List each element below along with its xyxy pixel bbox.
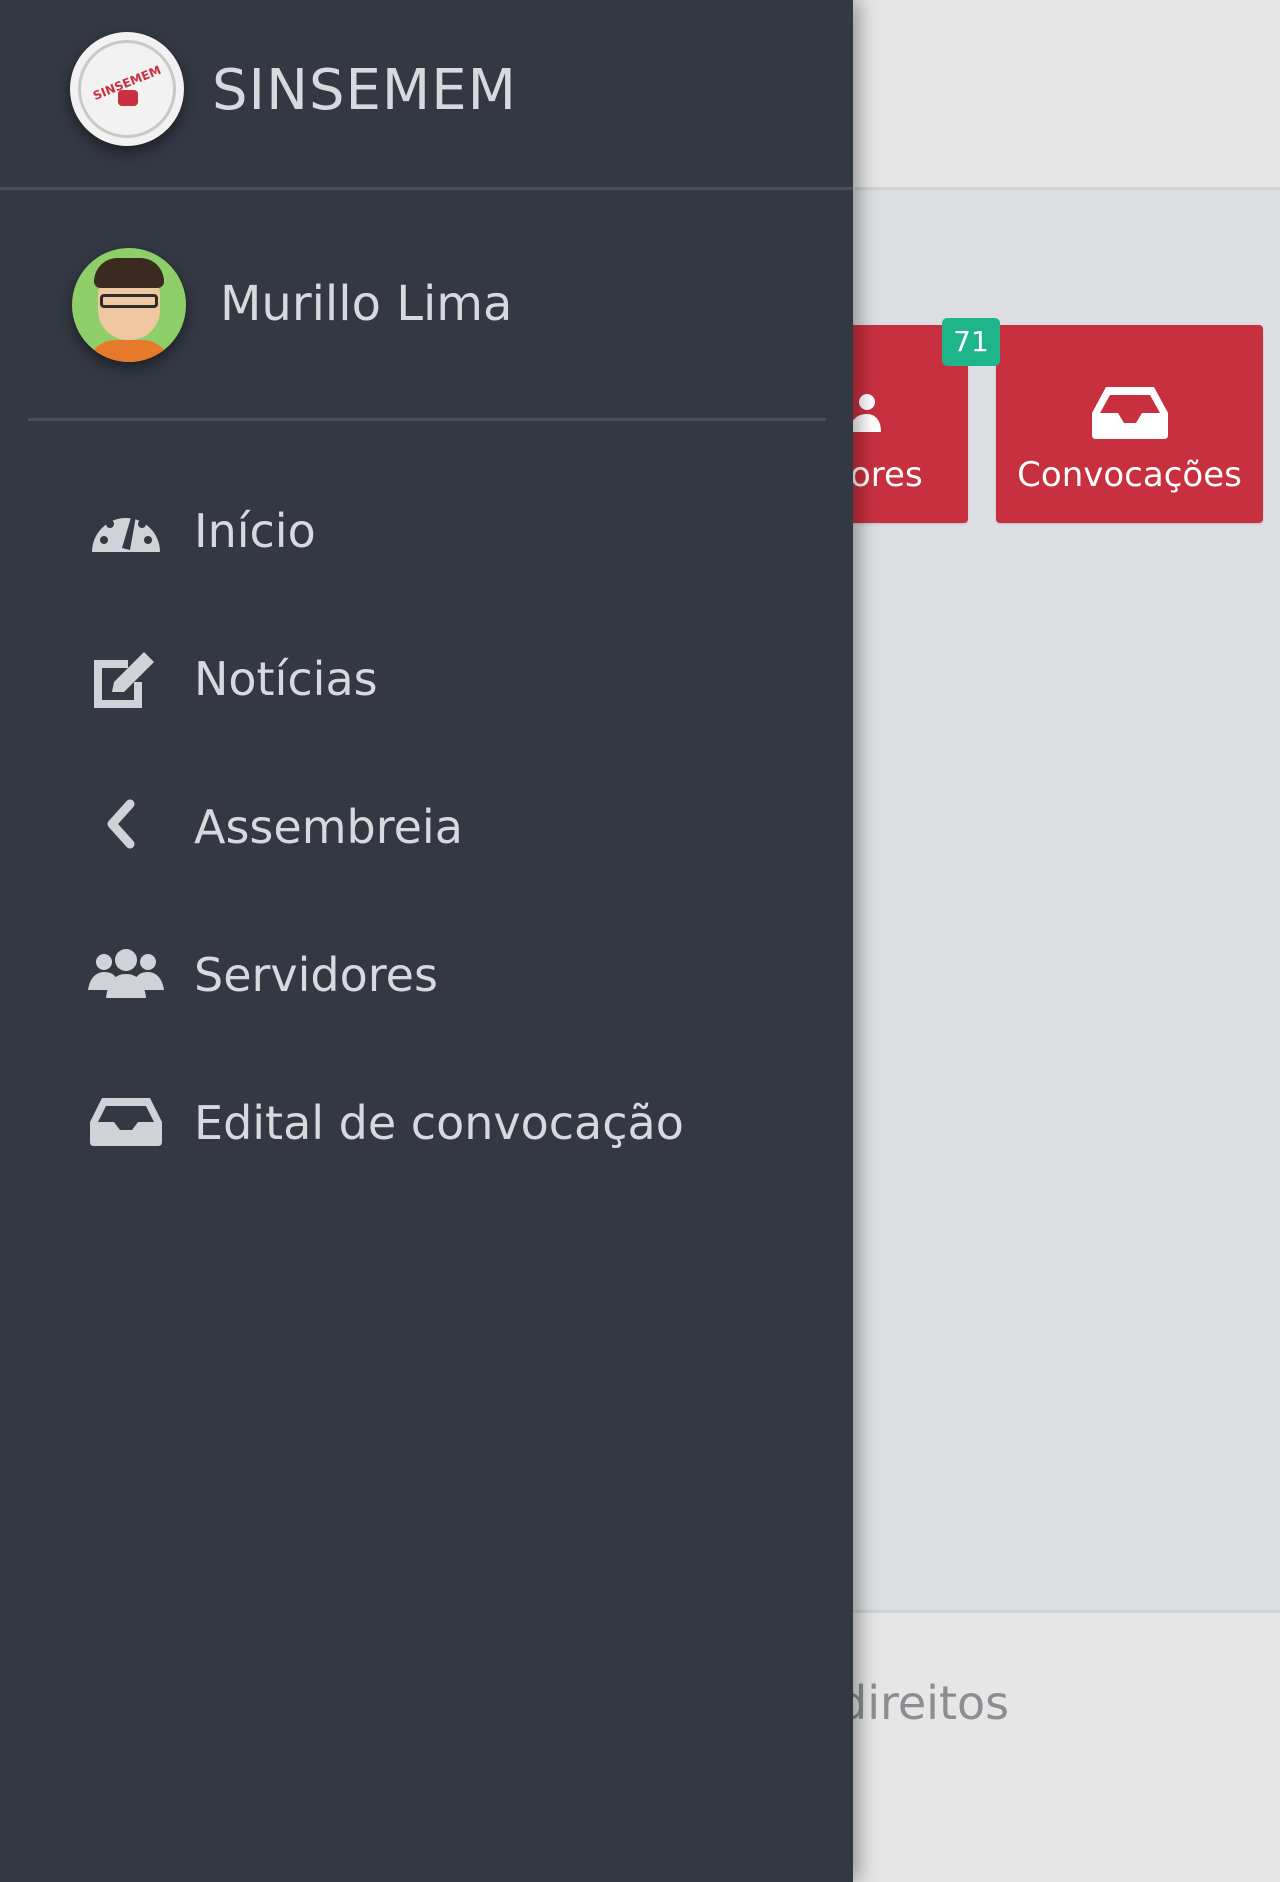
avatar-glasses <box>100 294 158 308</box>
user-divider <box>28 418 826 421</box>
sidebar-item-assembreia[interactable]: Assembreia <box>0 766 853 886</box>
edit-icon <box>94 652 154 708</box>
sidebar-item-label: Edital de convocação <box>194 1096 684 1150</box>
sidebar-item-label: Servidores <box>194 948 438 1002</box>
sidebar-item-edital[interactable]: Edital de convocação <box>0 1062 853 1182</box>
chevron-left-icon <box>107 799 135 849</box>
sidebar-item-label: Notícias <box>194 652 378 706</box>
sidebar-item-label: Assembreia <box>194 800 463 854</box>
avatar <box>72 248 186 362</box>
sidebar-item-servidores[interactable]: Servidores <box>0 914 853 1034</box>
avatar-hair <box>94 258 164 288</box>
dashboard-icon <box>92 514 160 552</box>
tile-convocacoes-label: Convocações <box>1017 455 1242 495</box>
user-name: Murillo Lima <box>220 276 513 332</box>
avatar-shirt <box>86 340 172 362</box>
notification-badge: 71 <box>942 318 1000 366</box>
tile-servidores-label: ores <box>850 455 923 495</box>
sidebar-item-inicio[interactable]: Início <box>0 470 853 590</box>
tile-convocacoes[interactable]: Convocações <box>996 325 1263 523</box>
inbox-icon <box>1091 387 1168 439</box>
sidebar-drawer: SINSEMEM SINSEMEM Murillo Lima Início No… <box>0 0 853 1882</box>
brand-header[interactable]: SINSEMEM SINSEMEM <box>0 0 853 190</box>
brand-logo: SINSEMEM <box>70 32 184 146</box>
logo-heart-icon <box>118 90 138 106</box>
brand-name: SINSEMEM <box>212 58 517 123</box>
users-icon <box>88 949 164 998</box>
footer-text: direitos <box>838 1676 1010 1730</box>
sidebar-item-label: Início <box>194 504 316 558</box>
app-page: ores Convocações 71 direitos SINSEMEM SI… <box>0 0 1280 1882</box>
sidebar-item-noticias[interactable]: Notícias <box>0 618 853 738</box>
inbox-icon <box>90 1098 162 1146</box>
